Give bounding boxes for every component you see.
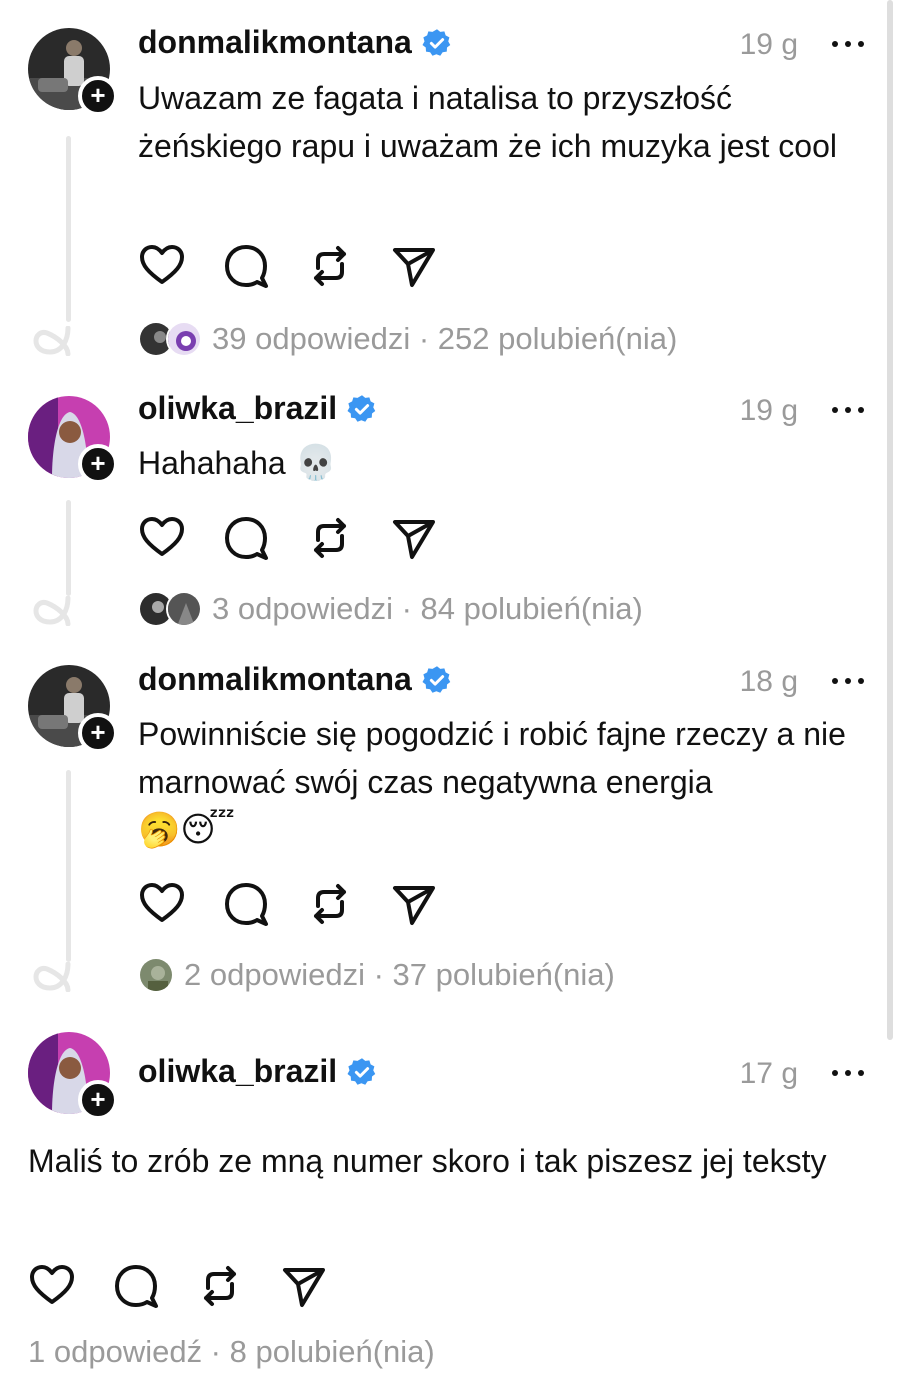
post-text: Maliś to zrób ze mną numer skoro i tak p… (28, 1137, 873, 1185)
username-text: oliwka_brazil (138, 1053, 338, 1089)
username[interactable]: donmalikmontana (138, 661, 452, 698)
mini-avatar (166, 591, 202, 627)
post-text: Uwazam ze fagata i natalisa to przyszłoś… (138, 74, 873, 170)
reply-stats[interactable]: 39 odpowiedzi · 252 polubień(nia) (138, 321, 677, 357)
more-horizontal-icon[interactable] (828, 29, 868, 59)
replier-avatars (138, 321, 202, 357)
post-text: Hahahaha 💀 (138, 439, 873, 487)
more-horizontal-icon[interactable] (828, 666, 868, 696)
thread-line (66, 136, 71, 322)
mini-avatar (166, 321, 202, 357)
action-bar (138, 880, 438, 928)
threads-replies-view: + donmalikmontana 19 g Uwazam ze fagata … (0, 0, 900, 1375)
timestamp: 19 g (739, 394, 798, 427)
mini-avatar (138, 957, 174, 993)
verified-badge-icon (347, 394, 377, 424)
thread-curl-icon (32, 326, 74, 356)
post-text: Powinniście się pogodzić i robić fajne r… (138, 710, 873, 854)
follow-plus-icon[interactable]: + (78, 1080, 118, 1120)
thread-curl-icon (32, 962, 74, 992)
action-bar (138, 514, 438, 562)
stats-text: 39 odpowiedzi · 252 polubień(nia) (212, 321, 678, 356)
avatar[interactable]: + (28, 665, 118, 753)
stats-text: 1 odpowiedź · 8 polubień(nia) (28, 1334, 435, 1369)
username-text: oliwka_brazil (138, 390, 338, 426)
reply-stats[interactable]: 1 odpowiedź · 8 polubień(nia) (28, 1334, 435, 1370)
post-text-content: Hahahaha (138, 445, 295, 481)
send-icon[interactable] (390, 514, 438, 562)
username-text: donmalikmontana (138, 24, 412, 60)
post-text-content: Uwazam ze fagata i natalisa to przyszłoś… (138, 80, 837, 164)
timestamp: 18 g (739, 665, 798, 698)
heart-icon[interactable] (138, 242, 186, 290)
skull-emoji: 💀 (294, 444, 337, 482)
post-text-content: Powinniście się pogodzić i robić fajne r… (138, 716, 846, 800)
more-horizontal-icon[interactable] (828, 1058, 868, 1088)
comment-icon[interactable] (222, 242, 270, 290)
verified-badge-icon (347, 1057, 377, 1087)
comment-icon[interactable] (112, 1262, 160, 1310)
comment-icon[interactable] (222, 880, 270, 928)
username[interactable]: oliwka_brazil (138, 390, 377, 427)
reply-stats[interactable]: 3 odpowiedzi · 84 polubień(nia) (138, 591, 643, 627)
timestamp: 19 g (739, 28, 798, 61)
follow-plus-icon[interactable]: + (78, 713, 118, 753)
send-icon[interactable] (280, 1262, 328, 1310)
verified-badge-icon (422, 665, 452, 695)
stats-text: 2 odpowiedzi · 37 polubień(nia) (184, 957, 615, 992)
post-text-content: Maliś to zrób ze mną numer skoro i tak p… (28, 1143, 827, 1179)
username[interactable]: oliwka_brazil (138, 1053, 377, 1090)
reply-stats[interactable]: 2 odpowiedzi · 37 polubień(nia) (138, 957, 615, 993)
thread-curl-icon (32, 596, 74, 626)
more-horizontal-icon[interactable] (828, 395, 868, 425)
heart-icon[interactable] (28, 1262, 76, 1310)
yawn-sleep-emoji: 🥱😴 (138, 811, 235, 849)
follow-plus-icon[interactable]: + (78, 444, 118, 484)
follow-plus-icon[interactable]: + (78, 76, 118, 116)
replier-avatars (138, 591, 202, 627)
repost-icon[interactable] (306, 242, 354, 290)
action-bar (138, 242, 438, 290)
timestamp: 17 g (739, 1057, 798, 1090)
repost-icon[interactable] (306, 880, 354, 928)
username[interactable]: donmalikmontana (138, 24, 452, 61)
replier-avatars (138, 957, 174, 993)
heart-icon[interactable] (138, 880, 186, 928)
action-bar (28, 1262, 328, 1310)
heart-icon[interactable] (138, 514, 186, 562)
thread-line (66, 770, 71, 962)
verified-badge-icon (422, 28, 452, 58)
avatar[interactable]: + (28, 1032, 118, 1120)
username-text: donmalikmontana (138, 661, 412, 697)
scrollbar[interactable] (887, 0, 893, 1040)
avatar[interactable]: + (28, 28, 118, 116)
avatar[interactable]: + (28, 396, 118, 484)
send-icon[interactable] (390, 242, 438, 290)
send-icon[interactable] (390, 880, 438, 928)
repost-icon[interactable] (196, 1262, 244, 1310)
comment-icon[interactable] (222, 514, 270, 562)
repost-icon[interactable] (306, 514, 354, 562)
stats-text: 3 odpowiedzi · 84 polubień(nia) (212, 591, 643, 626)
thread-line (66, 500, 71, 596)
